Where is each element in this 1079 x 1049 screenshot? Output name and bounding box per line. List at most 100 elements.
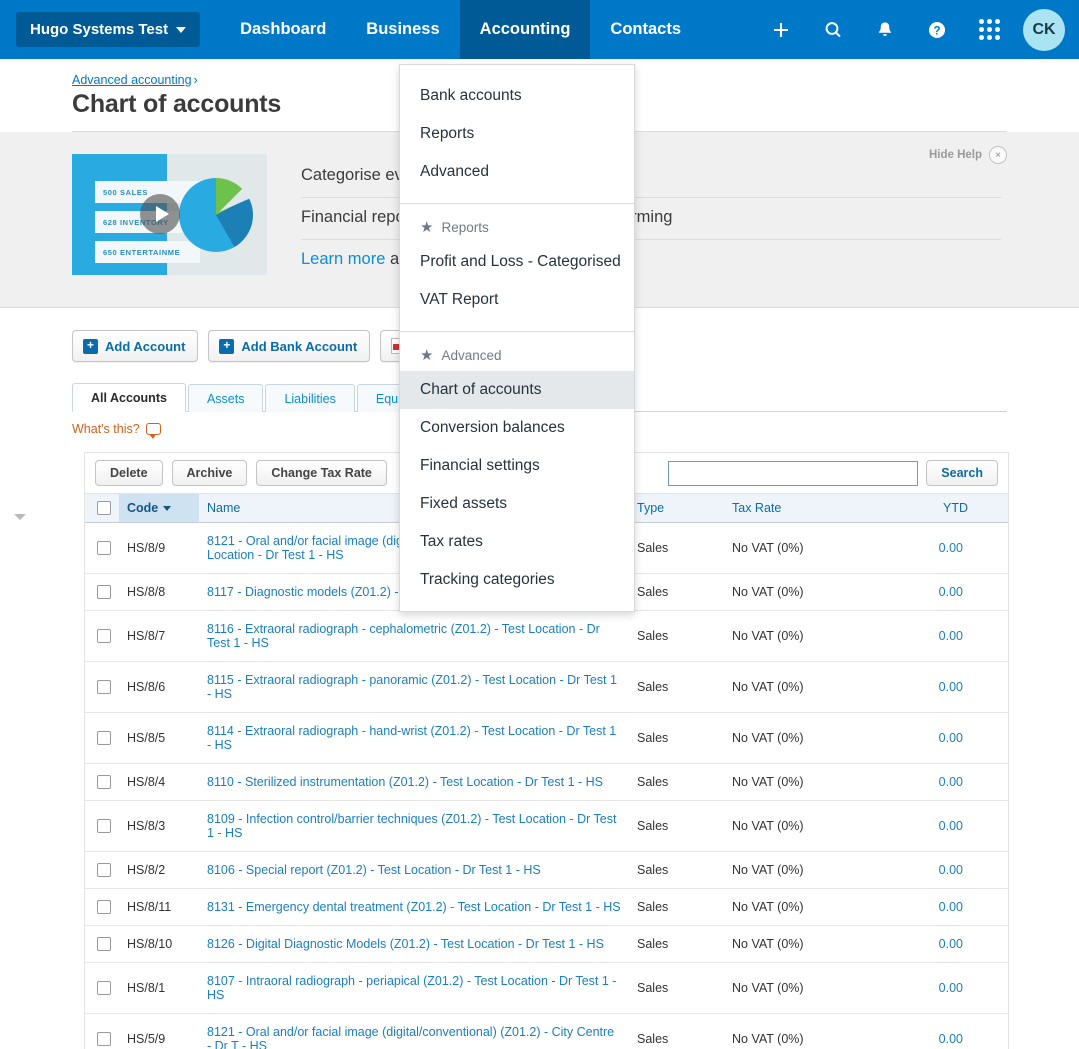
column-header-tax-rate[interactable]: Tax Rate	[724, 494, 904, 523]
dropdown-section-main: Bank accountsReportsAdvanced	[400, 65, 634, 203]
row-checkbox[interactable]	[97, 937, 111, 951]
account-name-link[interactable]: 8115 - Extraoral radiograph - panoramic …	[207, 673, 617, 701]
table-search-group: Search	[668, 460, 998, 486]
row-checkbox[interactable]	[97, 863, 111, 877]
cell-ytd[interactable]: 0.00	[904, 523, 1008, 574]
tab-assets[interactable]: Assets	[188, 384, 264, 412]
table-row: HS/8/38109 - Infection control/barrier t…	[85, 801, 1008, 852]
dropdown-item-financial-settings[interactable]: Financial settings	[400, 447, 634, 485]
account-name-link[interactable]: 8110 - Sterilized instrumentation (Z01.2…	[207, 775, 603, 789]
plus-icon[interactable]	[755, 0, 807, 59]
cell-name: 8109 - Infection control/barrier techniq…	[199, 801, 629, 852]
table-row: HS/8/5 8114 - Extraoral radiograph - hand…	[85, 713, 1008, 764]
search-button[interactable]: Search	[926, 460, 998, 486]
play-icon[interactable]	[140, 194, 180, 234]
row-checkbox[interactable]	[97, 680, 111, 694]
row-checkbox[interactable]	[97, 775, 111, 789]
bell-icon[interactable]	[859, 0, 911, 59]
nav-item-accounting[interactable]: Accounting	[460, 0, 591, 59]
close-icon[interactable]: ×	[989, 146, 1007, 164]
cell-code: HS/8/1	[119, 963, 199, 1014]
breadcrumb-link-advanced-accounting[interactable]: Advanced accounting	[72, 73, 192, 87]
dropdown-item-chart-of-accounts[interactable]: Chart of accounts	[400, 371, 634, 409]
change-tax-rate-button[interactable]: Change Tax Rate	[256, 460, 387, 486]
archive-button[interactable]: Archive	[172, 460, 248, 486]
column-header-code[interactable]: Code	[119, 494, 199, 523]
row-select-cell	[85, 852, 119, 889]
row-checkbox[interactable]	[97, 981, 111, 995]
column-header-ytd[interactable]: YTD	[904, 494, 1008, 523]
dropdown-item-vat-report[interactable]: VAT Report	[400, 281, 634, 319]
nav-item-dashboard[interactable]: Dashboard	[220, 0, 346, 59]
cell-tax-rate: No VAT (0%)	[724, 926, 904, 963]
account-name-link[interactable]: 8109 - Infection control/barrier techniq…	[207, 812, 616, 840]
cell-name: 8126 - Digital Diagnostic Models (Z01.2)…	[199, 926, 629, 963]
dropdown-item-tracking-categories[interactable]: Tracking categories	[400, 561, 634, 599]
row-select-cell	[85, 611, 119, 662]
search-icon[interactable]	[807, 0, 859, 59]
cell-ytd[interactable]: 0.00	[904, 801, 1008, 852]
help-icon[interactable]: ?	[911, 0, 963, 59]
dropdown-section-reports: ★ReportsProfit and Loss - CategorisedVAT…	[400, 203, 634, 331]
account-name-link[interactable]: 8126 - Digital Diagnostic Models (Z01.2)…	[207, 937, 604, 951]
account-name-link[interactable]: 8131 - Emergency dental treatment (Z01.2…	[207, 900, 621, 914]
cell-ytd[interactable]: 0.00	[904, 574, 1008, 611]
row-checkbox[interactable]	[97, 900, 111, 914]
organisation-switcher[interactable]: Hugo Systems Test	[16, 12, 200, 47]
dropdown-item-profit-and-loss-categorised[interactable]: Profit and Loss - Categorised	[400, 243, 634, 281]
dropdown-item-reports[interactable]: Reports	[400, 115, 634, 153]
account-name-link[interactable]: 8114 - Extraoral radiograph - hand-wrist…	[207, 724, 616, 752]
row-checkbox[interactable]	[97, 585, 111, 599]
column-header-type[interactable]: Type	[629, 494, 724, 523]
apps-grid-icon[interactable]	[963, 0, 1015, 59]
table-row: HS/8/68115 - Extraoral radiograph - pano…	[85, 662, 1008, 713]
cell-name: 8110 - Sterilized instrumentation (Z01.2…	[199, 764, 629, 801]
cell-tax-rate: No VAT (0%)	[724, 801, 904, 852]
account-name-link[interactable]: 8107 - Intraoral radiograph - periapical…	[207, 974, 616, 1002]
avatar[interactable]: CK	[1023, 9, 1065, 51]
help-link-learn-more[interactable]: Learn more	[301, 250, 385, 268]
cell-name: 8131 - Emergency dental treatment (Z01.2…	[199, 889, 629, 926]
cell-ytd[interactable]: 0.00	[904, 852, 1008, 889]
row-checkbox[interactable]	[97, 541, 111, 555]
add-bank-account-button[interactable]: + Add Bank Account	[208, 330, 370, 362]
cell-tax-rate: No VAT (0%)	[724, 574, 904, 611]
cell-ytd[interactable]: 0.00	[904, 926, 1008, 963]
search-input[interactable]	[668, 461, 918, 486]
row-checkbox[interactable]	[97, 629, 111, 643]
dropdown-item-fixed-assets[interactable]: Fixed assets	[400, 485, 634, 523]
row-select-cell	[85, 889, 119, 926]
delete-button[interactable]: Delete	[95, 460, 163, 486]
row-checkbox[interactable]	[97, 819, 111, 833]
cell-ytd[interactable]: 0.00	[904, 1014, 1008, 1049]
account-name-link[interactable]: 8116 - Extraoral radiograph - cephalomet…	[207, 622, 600, 650]
dropdown-item-advanced[interactable]: Advanced	[400, 153, 634, 191]
add-account-button[interactable]: + Add Account	[72, 330, 198, 362]
cell-ytd[interactable]: 0.00	[904, 611, 1008, 662]
row-select-cell	[85, 926, 119, 963]
cell-ytd[interactable]: 0.00	[904, 662, 1008, 713]
account-name-link[interactable]: 8106 - Special report (Z01.2) - Test Loc…	[207, 863, 541, 877]
hide-help-button[interactable]: Hide Help ×	[929, 146, 1007, 164]
cell-type: Sales	[629, 662, 724, 713]
tab-all-accounts[interactable]: All Accounts	[72, 383, 186, 412]
cell-ytd[interactable]: 0.00	[904, 963, 1008, 1014]
select-all-checkbox[interactable]	[97, 501, 111, 515]
cell-type: Sales	[629, 889, 724, 926]
cell-ytd[interactable]: 0.00	[904, 764, 1008, 801]
dropdown-item-bank-accounts[interactable]: Bank accounts	[400, 77, 634, 115]
tab-liabilities[interactable]: Liabilities	[265, 384, 354, 412]
row-checkbox[interactable]	[97, 731, 111, 745]
account-name-link[interactable]: 8121 - Oral and/or facial image (digital…	[207, 1025, 614, 1049]
help-video-thumbnail[interactable]: 500 SALES 628 INVENTORY 650 ENTERTAINME	[72, 154, 267, 275]
nav-item-contacts[interactable]: Contacts	[590, 0, 701, 59]
add-account-label: Add Account	[105, 339, 185, 354]
row-checkbox[interactable]	[97, 1032, 111, 1046]
cell-ytd[interactable]: 0.00	[904, 889, 1008, 926]
nav-item-business[interactable]: Business	[346, 0, 459, 59]
dropdown-item-conversion-balances[interactable]: Conversion balances	[400, 409, 634, 447]
dropdown-item-tax-rates[interactable]: Tax rates	[400, 523, 634, 561]
cell-code: HS/8/5	[119, 713, 199, 764]
plus-box-icon: +	[219, 339, 234, 354]
cell-ytd[interactable]: 0.00	[904, 713, 1008, 764]
